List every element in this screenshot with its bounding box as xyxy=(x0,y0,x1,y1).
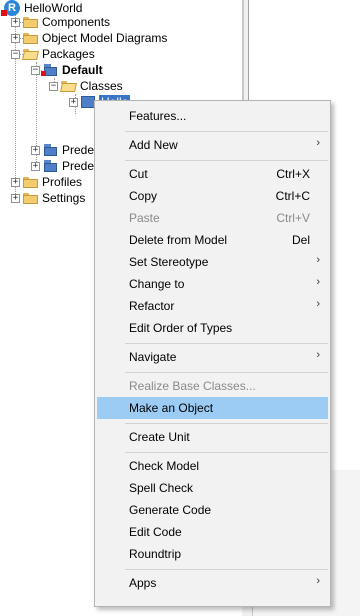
menu-separator xyxy=(125,343,328,344)
menu-item-navigate[interactable]: Navigate › xyxy=(97,346,328,368)
menu-item-label: Paste xyxy=(129,211,160,225)
submenu-arrow-icon: › xyxy=(316,298,320,310)
expand-plus-icon[interactable]: + xyxy=(31,161,40,171)
folder-icon xyxy=(23,16,38,28)
tree-item-label: Prede xyxy=(62,159,95,173)
menu-item-spell-check[interactable]: Spell Check xyxy=(97,477,328,499)
collapse-minus-icon[interactable]: − xyxy=(49,81,58,91)
tree-item-object-model-diagrams[interactable]: + Object Model Diagrams xyxy=(11,30,167,46)
menu-item-realize-base-classes[interactable]: Realize Base Classes... xyxy=(97,375,328,397)
expand-plus-icon[interactable]: + xyxy=(31,145,40,155)
menu-item-apps[interactable]: Apps › xyxy=(97,572,328,594)
menu-item-shortcut: Ctrl+X xyxy=(276,167,310,181)
expand-plus-icon[interactable]: + xyxy=(69,97,78,107)
menu-item-label: Spell Check xyxy=(129,481,194,495)
menu-item-label: Delete from Model xyxy=(129,233,228,247)
tree-item-predefined-1[interactable]: + Prede xyxy=(31,142,94,158)
menu-item-copy[interactable]: Copy Ctrl+C xyxy=(97,185,328,207)
menu-item-label: Generate Code xyxy=(129,503,212,517)
folder-icon xyxy=(23,32,38,44)
tree-item-label: Packages xyxy=(42,47,95,61)
menu-item-label: Make an Object xyxy=(129,401,214,415)
menu-separator xyxy=(125,452,328,453)
menu-item-refactor[interactable]: Refactor › xyxy=(97,295,328,317)
menu-item-delete-from-model[interactable]: Delete from Model Del xyxy=(97,229,328,251)
expand-plus-icon[interactable]: + xyxy=(11,177,20,187)
menu-item-create-unit[interactable]: Create Unit xyxy=(97,426,328,448)
tree-item-label: HelloWorld xyxy=(24,1,83,15)
tree-item-label: Default xyxy=(62,63,103,77)
tree-item-label: Object Model Diagrams xyxy=(42,31,168,45)
tree-item-classes[interactable]: − Classes xyxy=(49,78,123,94)
submenu-arrow-icon: › xyxy=(316,254,320,266)
tree-item-settings[interactable]: + Settings xyxy=(11,190,85,206)
submenu-arrow-icon: › xyxy=(316,276,320,288)
tree-item-components[interactable]: + Components xyxy=(11,14,110,30)
tree-item-profiles[interactable]: + Profiles xyxy=(11,174,82,190)
menu-item-label: Roundtrip xyxy=(129,547,182,561)
menu-item-edit-order-of-types[interactable]: Edit Order of Types xyxy=(97,317,328,339)
menu-separator xyxy=(125,160,328,161)
tree-item-label: Profiles xyxy=(42,175,83,189)
expand-plus-icon[interactable]: + xyxy=(11,17,20,27)
tree-item-label: Components xyxy=(42,15,111,29)
menu-item-label: Cut xyxy=(129,167,148,181)
menu-item-label: Features... xyxy=(129,109,187,123)
menu-item-shortcut: Ctrl+V xyxy=(276,211,310,225)
menu-item-label: Refactor xyxy=(129,299,175,313)
menu-item-label: Edit Order of Types xyxy=(129,321,233,335)
tree-item-predefined-2[interactable]: + Prede xyxy=(31,158,94,174)
menu-item-cut[interactable]: Cut Ctrl+X xyxy=(97,163,328,185)
tree-item-label: Prede xyxy=(62,143,95,157)
package-icon xyxy=(41,64,57,76)
menu-item-make-an-object[interactable]: Make an Object xyxy=(97,397,328,419)
class-icon xyxy=(81,96,95,108)
collapse-minus-icon[interactable]: − xyxy=(11,49,20,59)
folder-icon xyxy=(23,176,38,188)
tree-item-label: Settings xyxy=(42,191,86,205)
menu-item-label: Navigate xyxy=(129,350,177,364)
menu-item-label: Realize Base Classes... xyxy=(129,379,256,393)
menu-item-shortcut: Del xyxy=(291,233,310,247)
menu-item-label: Add New xyxy=(129,138,178,152)
submenu-arrow-icon: › xyxy=(316,349,320,361)
tree-item-default-package[interactable]: − Default xyxy=(31,62,103,78)
submenu-arrow-icon: › xyxy=(316,137,320,149)
menu-item-label: Edit Code xyxy=(129,525,182,539)
menu-separator xyxy=(125,423,328,424)
menu-item-paste[interactable]: Paste Ctrl+V xyxy=(97,207,328,229)
collapse-minus-icon[interactable]: − xyxy=(31,65,40,75)
menu-item-label: Create Unit xyxy=(129,430,190,444)
menu-separator xyxy=(125,131,328,132)
menu-item-features[interactable]: Features... xyxy=(97,105,328,127)
menu-item-label: Check Model xyxy=(129,459,200,473)
menu-item-label: Set Stereotype xyxy=(129,255,209,269)
menu-item-generate-code[interactable]: Generate Code xyxy=(97,499,328,521)
menu-item-check-model[interactable]: Check Model xyxy=(97,455,328,477)
menu-item-change-to[interactable]: Change to › xyxy=(97,273,328,295)
package-icon xyxy=(43,160,57,172)
menu-item-add-new[interactable]: Add New › xyxy=(97,134,328,156)
menu-item-set-stereotype[interactable]: Set Stereotype › xyxy=(97,251,328,273)
menu-item-label: Apps xyxy=(129,576,157,590)
tree-item-packages[interactable]: − Packages xyxy=(11,46,95,62)
expand-plus-icon[interactable]: + xyxy=(11,33,20,43)
menu-item-edit-code[interactable]: Edit Code xyxy=(97,521,328,543)
menu-separator xyxy=(125,569,328,570)
menu-item-label: Copy xyxy=(129,189,158,203)
tree-item-label: Classes xyxy=(80,79,123,93)
package-icon xyxy=(43,144,57,156)
menu-item-shortcut: Ctrl+C xyxy=(275,189,310,203)
menu-item-label: Change to xyxy=(129,277,185,291)
expand-plus-icon[interactable]: + xyxy=(11,193,20,203)
folder-open-icon xyxy=(61,80,76,92)
menu-separator xyxy=(125,372,328,373)
submenu-arrow-icon: › xyxy=(316,575,320,587)
folder-icon xyxy=(23,192,38,204)
context-menu: Features... Add New › Cut Ctrl+X Copy Ct… xyxy=(94,100,331,607)
menu-item-roundtrip[interactable]: Roundtrip xyxy=(97,543,328,565)
folder-open-icon xyxy=(23,48,38,60)
